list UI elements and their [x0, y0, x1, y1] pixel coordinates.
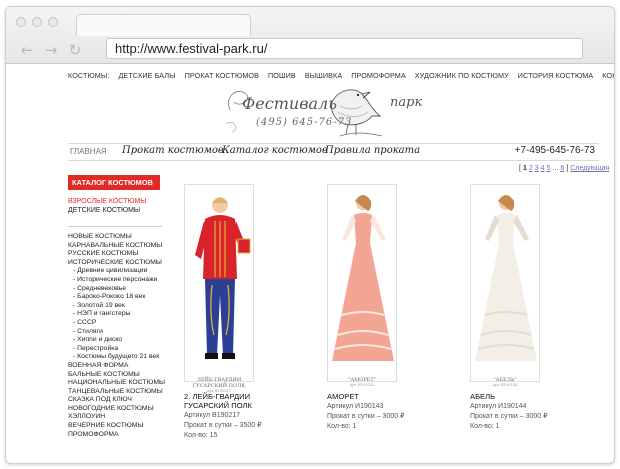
costume-figure: [195, 197, 251, 359]
sidebar-kids-link[interactable]: ДЕТСКИЕ КОСТЮМЫ: [68, 206, 164, 215]
main-nav: ГЛАВНАЯ Прокат костюмов Каталог костюмов…: [68, 143, 599, 161]
sidebar-category[interactable]: ИСТОРИЧЕСКИЕ КОСТЮМЫ: [68, 259, 164, 268]
back-arrow-icon[interactable]: ←: [20, 41, 34, 59]
sidebar-category[interactable]: НОВОГОДНИЕ КОСТЮМЫ: [68, 405, 164, 414]
site-logo[interactable]: Фестиваль парк (495) 645-76-73: [222, 80, 432, 146]
pager-bracket: ]: [566, 165, 569, 172]
sidebar-category[interactable]: КАРНАВАЛЬНЫЕ КОСТЮМЫ: [68, 242, 164, 251]
sidebar-subcategory[interactable]: - Древние цивилизации: [68, 267, 164, 276]
address-bar[interactable]: http://www.festival-park.ru/: [106, 38, 583, 59]
sidebar-subcategory[interactable]: - Исторические персонажи: [68, 276, 164, 285]
product-photo[interactable]: [184, 184, 254, 382]
catalog-heading: КАТАЛОГ КОСТЮМОВ: [68, 175, 160, 190]
sidebar-category[interactable]: ВОЕННАЯ ФОРМА: [68, 362, 164, 371]
top-menu-item[interactable]: ПРОКАТ КОСТЮМОВ: [185, 71, 259, 80]
product-name[interactable]: 2. ЛЕЙБ-ГВАРДИИ ГУСАРСКИЙ ПОЛК: [184, 392, 294, 410]
product-name[interactable]: АМОРЕТ: [327, 392, 437, 401]
nav-catalog-link[interactable]: Каталог костюмов: [222, 145, 328, 156]
logo-title: Фестиваль: [242, 94, 337, 113]
sidebar-category[interactable]: БАЛЬНЫЕ КОСТЮМЫ: [68, 371, 164, 380]
product-price: Прокат в сутки – 3000 ₽: [327, 413, 405, 420]
photo-caption: ЛЕЙБ-ГВАРДИИ ГУСАРСКИЙ ПОЛК Арт В190217: [184, 377, 254, 393]
top-menu-item[interactable]: ПРОМОФОРМА: [351, 71, 406, 80]
product-article: Артикул И190143: [327, 403, 384, 410]
pager-page-link[interactable]: 2: [529, 165, 533, 172]
product-photo[interactable]: [327, 184, 397, 382]
sidebar-subcategory[interactable]: - СССР: [68, 319, 164, 328]
sidebar-subcategory[interactable]: - НЭП и гангстеры: [68, 310, 164, 319]
product-name[interactable]: АБЕЛЬ: [470, 392, 580, 401]
top-menu-item[interactable]: ХУДОЖНИК ПО КОСТЮМУ: [415, 71, 509, 80]
product-qty: Кол-во: 15: [184, 432, 218, 439]
catalog-sidebar: КАТАЛОГ КОСТЮМОВ ВЗРОСЛЫЕ КОСТЮМЫ ДЕТСКИ…: [68, 175, 165, 440]
sidebar-subcategory[interactable]: - Бароко-Рококо 18 век: [68, 293, 164, 302]
photo-caption-article: Арт И190143: [349, 383, 375, 387]
minimize-window-dot[interactable]: [32, 17, 42, 27]
category-list: НОВЫЕ КОСТЮМЫ КАРНАВАЛЬНЫЕ КОСТЮМЫ РУССКИЕ…: [68, 233, 165, 440]
sidebar-divider: [68, 226, 162, 227]
nav-home-link[interactable]: ГЛАВНАЯ: [70, 147, 107, 156]
top-menu-item[interactable]: ДЕТСКИЕ БАЛЫ: [118, 71, 175, 80]
logo-phone: (495) 645-76-73: [256, 117, 353, 128]
pager-current: 1: [522, 165, 527, 172]
product-article: Артикул И190144: [470, 403, 527, 410]
top-menu-label: КОСТЮМЫ:: [68, 71, 110, 80]
sidebar-subcategory[interactable]: - Стиляги: [68, 328, 164, 337]
browser-window: ← → ↻ http://www.festival-park.ru/ КОСТЮ…: [5, 6, 615, 464]
window-controls: [16, 17, 58, 27]
product-price: Прокат в сутки – 3500 ₽: [184, 422, 262, 429]
photo-caption: "АМОРЕТ" Арт И190143: [327, 377, 397, 387]
product-article: Артикул В190217: [184, 412, 241, 419]
pager-page-link[interactable]: 5: [547, 165, 551, 172]
sidebar-category[interactable]: НАЦИОНАЛЬНЫЕ КОСТЮМЫ: [68, 379, 165, 388]
product-photo[interactable]: [470, 184, 540, 382]
photo-caption-article: Арт И190144: [492, 383, 518, 387]
web-page: КОСТЮМЫ: ДЕТСКИЕ БАЛЫ ПРОКАТ КОСТЮМОВ ПОШИВ…: [6, 64, 614, 463]
pager-ellipsis: ...: [552, 165, 559, 172]
sidebar-category[interactable]: РУССКИЕ КОСТЮМЫ: [68, 250, 164, 259]
sidebar-category[interactable]: ВЕЧЕРНИЕ КОСТЮМЫ: [68, 422, 164, 431]
pagination: [1 2 3 4 5... 6] Следующая: [519, 165, 611, 172]
costume-figure: [332, 195, 394, 361]
top-menu-item[interactable]: ПОШИВ: [268, 71, 296, 80]
pager-last-link[interactable]: 6: [560, 165, 564, 172]
maximize-window-dot[interactable]: [48, 17, 58, 27]
costume-figure: [475, 195, 537, 361]
top-menu-item[interactable]: ИСТОРИЯ КОСТЮМА: [518, 71, 594, 80]
product-qty: Кол-во: 1: [470, 423, 500, 430]
photo-caption: "АБЕЛЬ" Арт И190144: [470, 377, 540, 387]
nav-rental-link[interactable]: Прокат костюмов: [122, 145, 224, 156]
browser-nav-buttons: ← → ↻: [20, 41, 82, 59]
sidebar-category[interactable]: СКАЗКА ПОД КЛЮЧ: [68, 396, 164, 405]
top-menu: КОСТЮМЫ: ДЕТСКИЕ БАЛЫ ПРОКАТ КОСТЮМОВ ПОШИВ…: [68, 71, 614, 80]
sidebar-category[interactable]: ХЭЛЛОУИН: [68, 413, 164, 422]
sidebar-category[interactable]: НОВЫЕ КОСТЮМЫ: [68, 233, 164, 242]
forward-arrow-icon[interactable]: →: [44, 41, 58, 59]
browser-chrome: ← → ↻ http://www.festival-park.ru/: [6, 7, 614, 64]
photo-caption-title: ЛЕЙБ-ГВАРДИИ ГУСАРСКИЙ ПОЛК: [192, 377, 246, 389]
pager-page-link[interactable]: 3: [535, 165, 539, 172]
top-menu-item[interactable]: КОНТАКТЫ: [602, 71, 614, 80]
sidebar-subcategory[interactable]: - Костюмы будущего 21 век: [68, 353, 164, 362]
bird-drawing: [225, 89, 383, 137]
nav-rules-link[interactable]: Правила проката: [325, 145, 420, 156]
reload-icon[interactable]: ↻: [68, 41, 82, 59]
product-qty: Кол-во: 1: [327, 423, 357, 430]
sidebar-adult-link[interactable]: ВЗРОСЛЫЕ КОСТЮМЫ: [68, 197, 164, 206]
header-phone: +7-495-645-76-73: [514, 145, 595, 156]
product-price: Прокат в сутки – 3000 ₽: [470, 413, 548, 420]
pager-next-link[interactable]: Следующая: [570, 165, 609, 172]
close-window-dot[interactable]: [16, 17, 26, 27]
logo-word: парк: [390, 95, 423, 110]
sidebar-subcategory[interactable]: - Средневековье: [68, 285, 164, 294]
top-menu-item[interactable]: ВЫШИВКА: [305, 71, 342, 80]
pager-bracket: [: [519, 165, 521, 172]
sidebar-category[interactable]: ТАНЦЕВАЛЬНЫЕ КОСТЮМЫ: [68, 388, 164, 397]
sidebar-category[interactable]: ПРОМОФОРМА: [68, 431, 164, 440]
browser-tab[interactable]: [76, 14, 251, 36]
pager-page-link[interactable]: 4: [541, 165, 545, 172]
sidebar-subcategory[interactable]: - Хиппи и диско: [68, 336, 164, 345]
sidebar-subcategory[interactable]: - Золотой 19 век: [68, 302, 164, 311]
